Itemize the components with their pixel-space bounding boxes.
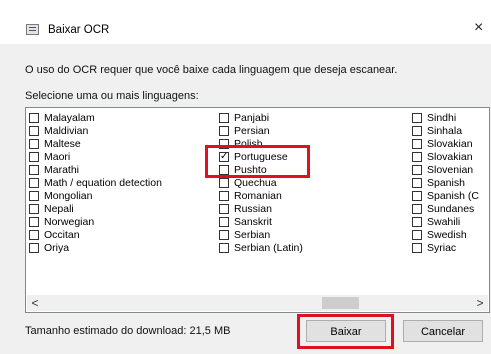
language-label: Swahili — [427, 216, 461, 228]
checkbox[interactable] — [29, 230, 39, 240]
close-icon[interactable]: × — [474, 20, 483, 36]
language-label: Sindhi — [427, 112, 457, 124]
checkbox[interactable] — [29, 191, 39, 201]
download-button[interactable]: Baixar — [306, 320, 386, 342]
language-label: Maori — [44, 151, 71, 163]
checkbox[interactable] — [219, 191, 229, 201]
cancel-button[interactable]: Cancelar — [403, 320, 483, 342]
app-icon — [26, 24, 39, 35]
language-label: Maldivian — [44, 125, 89, 137]
checkbox[interactable] — [219, 217, 229, 227]
checkbox[interactable] — [219, 165, 229, 175]
language-label: Serbian — [234, 229, 271, 241]
checkbox[interactable] — [29, 152, 39, 162]
checkbox[interactable] — [29, 139, 39, 149]
checkbox[interactable] — [412, 178, 422, 188]
horizontal-scrollbar[interactable]: < > — [27, 295, 488, 311]
checkbox[interactable] — [29, 217, 39, 227]
language-label: Marathi — [44, 164, 80, 176]
checkbox[interactable] — [412, 243, 422, 253]
checkbox[interactable] — [29, 113, 39, 123]
language-label: Mongolian — [44, 190, 93, 202]
language-label: Slovenian — [427, 164, 474, 176]
scrollbar-thumb[interactable] — [322, 297, 359, 309]
checkbox[interactable] — [219, 243, 229, 253]
checkbox[interactable] — [412, 230, 422, 240]
language-label: Nepali — [44, 203, 74, 215]
title-bar: Baixar OCR × — [0, 0, 491, 44]
language-label: Spanish — [427, 177, 465, 189]
checkbox[interactable] — [29, 126, 39, 136]
language-label: Polish — [234, 138, 263, 150]
language-label: Pushto — [234, 164, 267, 176]
checkbox[interactable] — [219, 178, 229, 188]
language-label: Malayalam — [44, 112, 95, 124]
checkbox[interactable] — [412, 113, 422, 123]
window-title: Baixar OCR — [48, 24, 110, 36]
language-label: Quechua — [234, 177, 277, 189]
checkbox[interactable] — [29, 178, 39, 188]
checkbox[interactable] — [219, 204, 229, 214]
checkbox[interactable] — [29, 243, 39, 253]
language-label: Maltese — [44, 138, 81, 150]
language-label: Math / equation detection — [44, 177, 162, 189]
download-ocr-dialog: Baixar OCR × O uso do OCR requer que voc… — [0, 0, 491, 354]
ocr-instructions: O uso do OCR requer que você baixe cada … — [25, 64, 398, 76]
checkbox[interactable] — [29, 204, 39, 214]
language-label: Sanskrit — [234, 216, 272, 228]
language-label: Russian — [234, 203, 272, 215]
language-label: Norwegian — [44, 216, 95, 228]
select-languages-label: Selecione uma ou mais linguagens: — [25, 90, 199, 102]
language-label: Oriya — [44, 242, 70, 254]
language-label: Occitan — [44, 229, 80, 241]
checkbox[interactable] — [29, 165, 39, 175]
scroll-left-icon[interactable]: < — [27, 296, 43, 310]
checkbox[interactable] — [219, 150, 229, 163]
language-label: Slovakian — [427, 151, 473, 163]
language-label: Romanian — [234, 190, 282, 202]
scroll-right-icon[interactable]: > — [472, 296, 488, 310]
download-size-label: Tamanho estimado do download: 21,5 MB — [25, 325, 231, 337]
language-label: Spanish (C — [427, 190, 479, 202]
language-label: Serbian (Latin) — [234, 242, 303, 254]
language-label: Sundanes — [427, 203, 475, 215]
checkbox[interactable] — [412, 204, 422, 214]
language-label: Sinhala — [427, 125, 463, 137]
checkbox[interactable] — [412, 126, 422, 136]
checkbox[interactable] — [412, 152, 422, 162]
checkbox[interactable] — [412, 191, 422, 201]
checkbox[interactable] — [219, 139, 229, 149]
language-label: Swedish — [427, 229, 467, 241]
language-list[interactable]: Malayalam Maldivian Maltese Maori Marathi Mat… — [25, 107, 490, 313]
language-label: Portuguese — [234, 151, 288, 163]
checkbox[interactable] — [412, 217, 422, 227]
checkbox[interactable] — [412, 165, 422, 175]
checkbox[interactable] — [219, 126, 229, 136]
language-label: Slovakian — [427, 138, 473, 150]
language-label: Panjabi — [234, 112, 270, 124]
language-label: Syriac — [427, 242, 457, 254]
checkbox[interactable] — [412, 139, 422, 149]
checkbox[interactable] — [219, 113, 229, 123]
language-label: Persian — [234, 125, 270, 137]
checkbox[interactable] — [219, 230, 229, 240]
